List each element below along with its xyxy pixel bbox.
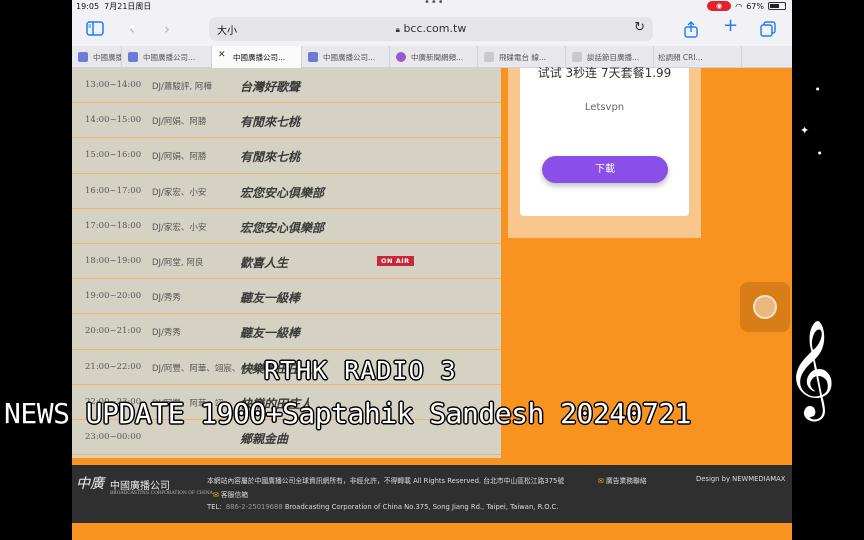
battery-icon — [768, 2, 786, 10]
ad-name: Letsvpn — [584, 102, 625, 113]
recording-icon: ◉ — [707, 1, 732, 11]
dj-names: DJ/秀秀 — [152, 328, 181, 339]
browser-tab[interactable]: 中廣新聞網頻... — [390, 46, 478, 68]
battery-percent: 67% — [746, 1, 764, 11]
footer-copyright: 本網站內容屬於中國廣播公司全球資訊網所有，非經允許，不得轉載 All Right… — [207, 477, 565, 485]
treble-clef-icon: 𝄞 — [786, 319, 836, 417]
status-time: 19:05 7月21日周日 — [76, 2, 152, 11]
reload-icon[interactable]: ↻ — [634, 20, 645, 35]
multitask-dots[interactable]: ••• — [424, 0, 445, 8]
sidebar-icon[interactable] — [86, 21, 104, 39]
program-title[interactable]: 宏您安心俱樂部 — [240, 184, 324, 201]
status-bar: 19:05 7月21日周日 ••• ◉ ◠ 67% — [72, 0, 792, 13]
chevron-right-icon[interactable]: › — [164, 21, 170, 37]
dj-names: DJ/秀秀 — [152, 293, 181, 304]
status-right: ◉ ◠ 67% — [707, 1, 786, 11]
assistive-touch-button[interactable] — [740, 282, 790, 332]
program-title[interactable]: 鄉親金曲 — [240, 430, 288, 447]
dj-names: DJ/阿堂, 阿良 — [152, 258, 204, 268]
ad-card[interactable]: 试试 3秒连 7天套餐1.99 Letsvpn 下載 — [520, 66, 689, 216]
ad-frame: 试试 3秒连 7天套餐1.99 Letsvpn 下載 — [508, 66, 701, 238]
time-slot: 19:00~20:00 — [85, 291, 142, 302]
time-slot: 17:00~18:00 — [85, 220, 142, 231]
on-air-badge: ON AIR — [377, 256, 414, 266]
program-title[interactable]: 有閒來七桃 — [240, 148, 300, 165]
schedule-row: 19:00~20:00 DJ/秀秀 聽友一級棒 — [72, 279, 501, 315]
sparkle-icon: ✦ — [800, 124, 810, 137]
tabs-icon[interactable] — [760, 21, 776, 40]
favicon-icon — [78, 52, 88, 62]
star-dot-icon: ● — [816, 86, 820, 91]
plus-icon[interactable]: + — [723, 17, 738, 35]
schedule-row: 16:00~17:00 DJ/家宏、小安 宏您安心俱樂部 — [72, 174, 501, 209]
ad-contact-link[interactable]: ✉ 廣告業務聯絡 — [598, 475, 647, 485]
footer-contact: TEL: 886-2-25019688 Broadcasting Corpora… — [207, 503, 559, 511]
page-bottom — [72, 523, 792, 540]
program-title[interactable]: 歡喜人生 — [240, 254, 288, 271]
favicon-icon — [572, 52, 582, 62]
download-button[interactable]: 下載 — [542, 156, 668, 183]
overlay-subtitle: NEWS UPDATE 1900+Saptahik Sandesh 202407… — [4, 397, 692, 430]
url-field[interactable]: 🔒︎ bcc.com.tw — [209, 22, 653, 35]
wifi-icon: ◠ — [735, 1, 743, 11]
site-footer: 中廣 中國廣播公司 BROADCASTING CORPORATION OF CH… — [72, 465, 792, 523]
star-dot-icon: ● — [130, 24, 135, 30]
overlay-title: RTHK RADIO 3 — [264, 356, 457, 385]
time-slot: 23:00~00:00 — [85, 432, 142, 442]
lock-icon: 🔒︎ — [395, 25, 400, 34]
schedule-row: 15:00~16:00 DJ/阿娟、阿勝 有閒來七桃 — [72, 138, 501, 174]
web-page: 13:00~14:00 DJ/蕭駿評, 阿樺 台灣好歌聲 14:00~15:00 DJ/… — [72, 66, 792, 540]
favicon-icon — [308, 52, 318, 62]
dj-names: DJ/阿娟、阿勝 — [152, 117, 207, 128]
dj-names: DJ/阿娟、阿勝 — [152, 152, 207, 163]
ipad-screen: 19:05 7月21日周日 ••• ◉ ◠ 67% ‹ › 大小 🔒︎ bcc.… — [72, 0, 792, 540]
program-title[interactable]: 聽友一級棒 — [240, 324, 300, 341]
browser-tab[interactable]: 中國廣播公司... — [302, 46, 390, 68]
browser-tab[interactable]: 中國廣播 — [72, 46, 122, 68]
ad-headline: 试试 3秒连 7天套餐1.99 — [537, 66, 672, 80]
browser-toolbar: ‹ › 大小 🔒︎ bcc.com.tw ↻ + — [72, 13, 792, 46]
time-slot: 13:00~14:00 — [85, 80, 142, 90]
design-credit: Design by NEWMEDIAMAX — [696, 475, 786, 483]
share-icon[interactable] — [684, 21, 698, 41]
dj-names: DJ/蕭駿評, 阿樺 — [152, 82, 212, 92]
address-bar[interactable]: 大小 🔒︎ bcc.com.tw ↻ — [209, 17, 653, 41]
schedule-row: 14:00~15:00 DJ/阿娟、阿勝 有閒來七桃 — [72, 103, 501, 139]
star-dot-icon: ● — [818, 150, 822, 155]
time-slot: 18:00~19:00 — [85, 256, 142, 266]
program-title[interactable]: 宏您安心俱樂部 — [240, 219, 324, 236]
schedule-row: 17:00~18:00 DJ/家宏、小安 宏您安心俱樂部 — [72, 209, 501, 244]
favicon-icon — [484, 52, 494, 62]
mail-icon: ✉ — [213, 491, 219, 499]
browser-tab[interactable]: 中國廣播公司... — [122, 46, 212, 68]
time-slot: 14:00~15:00 — [85, 115, 142, 126]
schedule-row: 18:00~19:00 DJ/阿堂, 阿良 歡喜人生 ON AIR — [72, 244, 501, 280]
schedule-row: 13:00~14:00 DJ/蕭駿評, 阿樺 台灣好歌聲 — [72, 68, 501, 104]
program-title[interactable]: 有閒來七桃 — [240, 113, 300, 130]
bcc-logo: 中廣 中國廣播公司 BROADCASTING CORPORATION OF CH… — [76, 476, 213, 496]
assistive-touch-icon — [753, 295, 777, 319]
time-slot: 15:00~16:00 — [85, 150, 142, 161]
service-mail-link[interactable]: ✉ 客服信箱 — [213, 489, 248, 499]
time-slot: 21:00~22:00 — [85, 361, 142, 372]
time-slot: 16:00~17:00 — [85, 185, 142, 196]
close-tab-icon[interactable]: ✕ — [218, 50, 228, 60]
favicon-icon — [128, 52, 138, 62]
time-slot: 20:00~21:00 — [85, 326, 142, 337]
mail-icon: ✉ — [598, 477, 604, 485]
schedule-row: 20:00~21:00 DJ/秀秀 聽友一級棒 — [72, 314, 501, 350]
program-title[interactable]: 台灣好歌聲 — [240, 78, 300, 95]
bcc-logo-mark-icon: 中廣 — [76, 476, 104, 492]
program-title[interactable]: 聽友一級棒 — [240, 289, 300, 306]
browser-tab-active[interactable]: ✕ 中國廣播公司... — [212, 46, 302, 68]
play-favicon-icon — [396, 52, 406, 62]
dj-names: DJ/家宏、小安 — [152, 187, 207, 198]
dj-names: DJ/家宏、小安 — [152, 222, 207, 233]
